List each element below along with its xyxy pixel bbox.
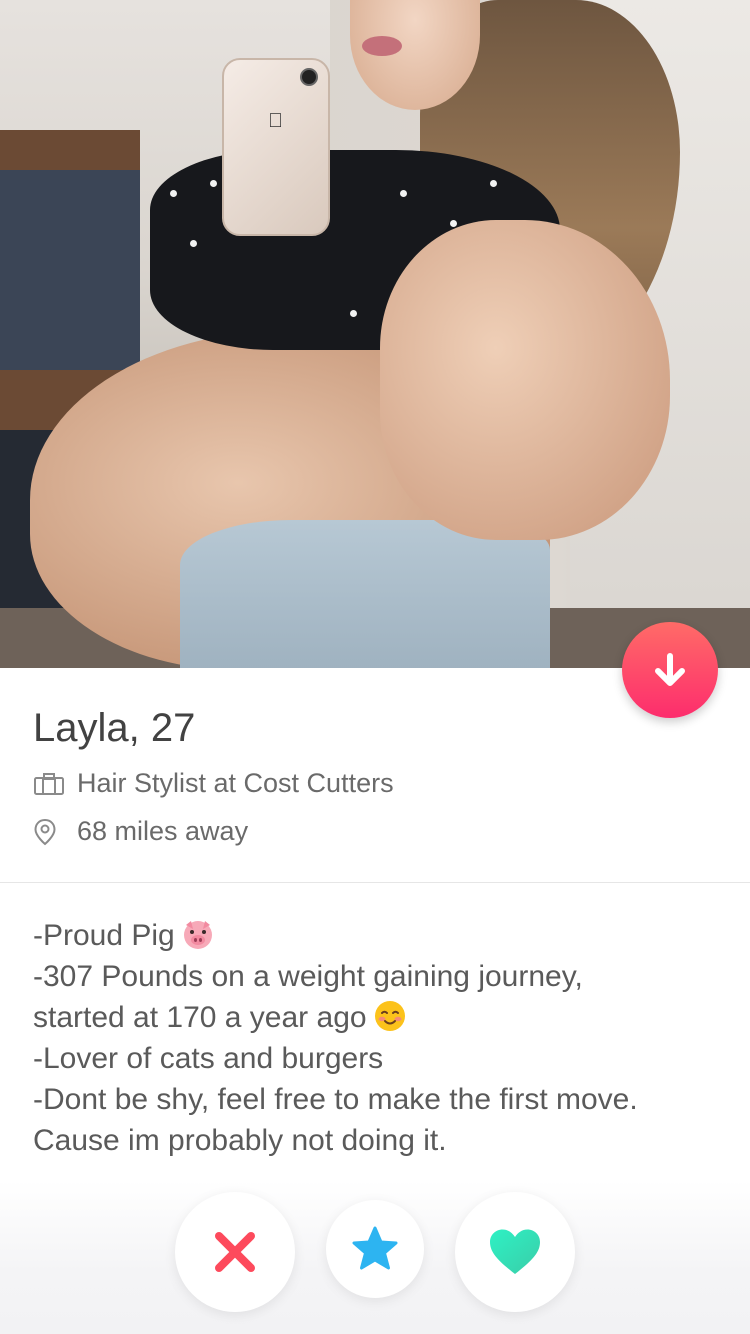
profile-name: Layla — [33, 706, 129, 750]
location-pin-icon — [33, 818, 67, 846]
profile-job: Hair Stylist at Cost Cutters — [33, 768, 394, 799]
star-icon — [352, 1226, 398, 1270]
job-text: Hair Stylist at Cost Cutters — [77, 768, 394, 798]
bio-line: -Dont be shy, feel free to make the firs… — [33, 1083, 638, 1116]
profile-distance: 68 miles away — [33, 816, 248, 847]
arrow-down-icon — [655, 653, 685, 686]
profile-bio: -Proud Pig -307 Pounds on a weight gaini… — [33, 915, 733, 1161]
bio-line: -Proud Pig — [33, 915, 733, 956]
pig-face-emoji — [183, 921, 212, 949]
briefcase-icon — [33, 770, 67, 798]
bio-line: -307 Pounds on a weight gaining journey, — [33, 960, 583, 993]
smiling-face-emoji — [374, 1001, 405, 1031]
photo-jeans — [180, 520, 550, 668]
close-icon — [215, 1232, 255, 1272]
heart-icon — [490, 1229, 540, 1274]
phone-camera — [300, 68, 318, 86]
photo-lips — [362, 36, 402, 56]
super-like-button[interactable] — [326, 1200, 424, 1298]
section-divider — [0, 882, 750, 883]
apple-logo-icon:  — [268, 110, 283, 133]
collapse-profile-button[interactable] — [622, 622, 718, 718]
like-button[interactable] — [455, 1192, 575, 1312]
profile-name-age: Layla, 27 — [33, 706, 195, 751]
photo-arm — [380, 220, 670, 540]
photo-phone:  — [222, 58, 330, 236]
bio-line: Cause im probably not doing it. — [33, 1124, 447, 1157]
profile-photo[interactable]:  — [0, 0, 750, 668]
profile-age: , 27 — [128, 706, 196, 750]
nope-button[interactable] — [175, 1192, 295, 1312]
distance-text: 68 miles away — [77, 816, 249, 846]
bio-line: started at 170 a year ago — [33, 997, 733, 1038]
bio-line: -Lover of cats and burgers — [33, 1042, 384, 1075]
